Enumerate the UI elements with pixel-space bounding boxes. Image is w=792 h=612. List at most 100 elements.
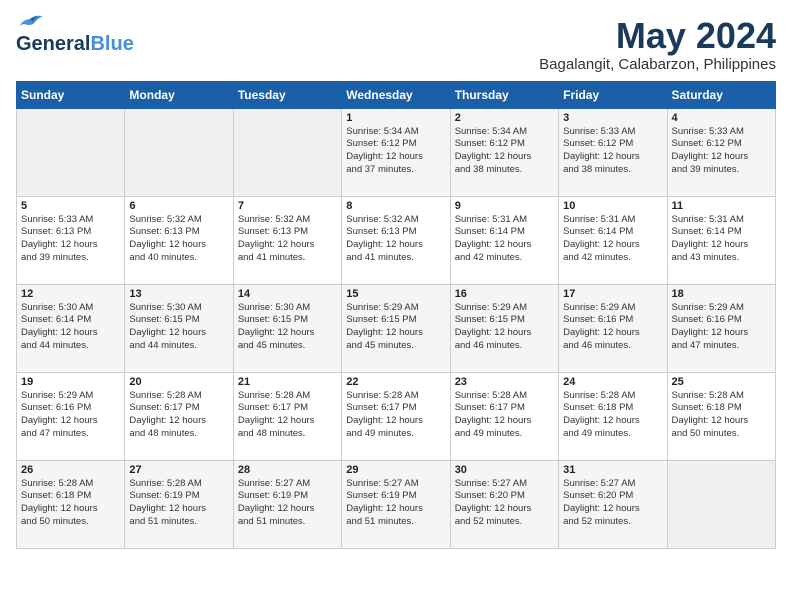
calendar-cell: 1 Sunrise: 5:34 AM Sunset: 6:12 PM Daylig… bbox=[342, 108, 450, 196]
calendar-cell: 26 Sunrise: 5:28 AM Sunset: 6:18 PM Dayli… bbox=[17, 460, 125, 548]
calendar-cell: 7 Sunrise: 5:32 AM Sunset: 6:13 PM Daylig… bbox=[233, 196, 341, 284]
day-number: 2 bbox=[455, 112, 554, 124]
day-number: 31 bbox=[563, 464, 662, 476]
day-info: Sunrise: 5:29 AM Sunset: 6:15 PM Dayligh… bbox=[455, 302, 554, 353]
calendar-cell: 15 Sunrise: 5:29 AM Sunset: 6:15 PM Dayli… bbox=[342, 284, 450, 372]
title-block: May 2024 Bagalangit, Calabarzon, Philipp… bbox=[539, 16, 776, 73]
day-number: 22 bbox=[346, 376, 445, 388]
day-number: 29 bbox=[346, 464, 445, 476]
logo-general: General bbox=[16, 33, 90, 55]
day-info: Sunrise: 5:27 AM Sunset: 6:19 PM Dayligh… bbox=[346, 478, 445, 529]
day-info: Sunrise: 5:28 AM Sunset: 6:18 PM Dayligh… bbox=[563, 390, 662, 441]
day-number: 25 bbox=[672, 376, 771, 388]
day-number: 27 bbox=[129, 464, 228, 476]
calendar-cell: 25 Sunrise: 5:28 AM Sunset: 6:18 PM Dayli… bbox=[667, 372, 775, 460]
day-info: Sunrise: 5:28 AM Sunset: 6:17 PM Dayligh… bbox=[455, 390, 554, 441]
day-number: 30 bbox=[455, 464, 554, 476]
calendar-cell: 14Sunrise: 5:30 AM Sunset: 6:15 PM Dayli… bbox=[233, 284, 341, 372]
calendar-cell bbox=[125, 108, 233, 196]
calendar-cell: 10 Sunrise: 5:31 AM Sunset: 6:14 PM Dayli… bbox=[559, 196, 667, 284]
day-info: Sunrise: 5:28 AM Sunset: 6:19 PM Dayligh… bbox=[129, 478, 228, 529]
day-info: Sunrise: 5:29 AM Sunset: 6:16 PM Dayligh… bbox=[21, 390, 120, 441]
calendar-table: SundayMondayTuesdayWednesdayThursdayFrid… bbox=[16, 81, 776, 549]
day-number: 15 bbox=[346, 288, 445, 300]
day-number: 4 bbox=[672, 112, 771, 124]
calendar-cell: 19 Sunrise: 5:29 AM Sunset: 6:16 PM Dayli… bbox=[17, 372, 125, 460]
calendar-cell: 13 Sunrise: 5:30 AM Sunset: 6:15 PM Dayli… bbox=[125, 284, 233, 372]
day-number: 7 bbox=[238, 200, 337, 212]
day-number: 21 bbox=[238, 376, 337, 388]
day-number: 23 bbox=[455, 376, 554, 388]
day-number: 17 bbox=[563, 288, 662, 300]
calendar-cell: 27 Sunrise: 5:28 AM Sunset: 6:19 PM Dayli… bbox=[125, 460, 233, 548]
day-number: 16 bbox=[455, 288, 554, 300]
calendar-cell: 20 Sunrise: 5:28 AM Sunset: 6:17 PM Dayli… bbox=[125, 372, 233, 460]
calendar-cell bbox=[17, 108, 125, 196]
day-info: Sunrise: 5:27 AM Sunset: 6:20 PM Dayligh… bbox=[563, 478, 662, 529]
day-number: 1 bbox=[346, 112, 445, 124]
calendar-cell: 3Sunrise: 5:33 AM Sunset: 6:12 PM Daylig… bbox=[559, 108, 667, 196]
calendar-cell: 9Sunrise: 5:31 AM Sunset: 6:14 PM Daylig… bbox=[450, 196, 558, 284]
day-info: Sunrise: 5:33 AM Sunset: 6:13 PM Dayligh… bbox=[21, 214, 120, 265]
calendar-cell bbox=[233, 108, 341, 196]
day-number: 6 bbox=[129, 200, 228, 212]
calendar-cell: 12Sunrise: 5:30 AM Sunset: 6:14 PM Dayli… bbox=[17, 284, 125, 372]
calendar-cell: 4 Sunrise: 5:33 AM Sunset: 6:12 PM Daylig… bbox=[667, 108, 775, 196]
calendar-cell: 17 Sunrise: 5:29 AM Sunset: 6:16 PM Dayli… bbox=[559, 284, 667, 372]
calendar-cell: 16 Sunrise: 5:29 AM Sunset: 6:15 PM Dayli… bbox=[450, 284, 558, 372]
logo-blue: Blue bbox=[90, 33, 133, 55]
day-number: 26 bbox=[21, 464, 120, 476]
calendar-cell bbox=[667, 460, 775, 548]
day-number: 8 bbox=[346, 200, 445, 212]
calendar-cell: 11Sunrise: 5:31 AM Sunset: 6:14 PM Dayli… bbox=[667, 196, 775, 284]
day-info: Sunrise: 5:30 AM Sunset: 6:15 PM Dayligh… bbox=[129, 302, 228, 353]
calendar-cell: 2 Sunrise: 5:34 AM Sunset: 6:12 PM Daylig… bbox=[450, 108, 558, 196]
weekday-header: Friday bbox=[559, 81, 667, 108]
page-header: GeneralBlue May 2024 Bagalangit, Calabar… bbox=[16, 16, 776, 73]
day-info: Sunrise: 5:31 AM Sunset: 6:14 PM Dayligh… bbox=[455, 214, 554, 265]
day-number: 13 bbox=[129, 288, 228, 300]
day-info: Sunrise: 5:29 AM Sunset: 6:16 PM Dayligh… bbox=[563, 302, 662, 353]
calendar-week-row: 26 Sunrise: 5:28 AM Sunset: 6:18 PM Dayli… bbox=[17, 460, 776, 548]
calendar-cell: 18Sunrise: 5:29 AM Sunset: 6:16 PM Dayli… bbox=[667, 284, 775, 372]
calendar-week-row: 1 Sunrise: 5:34 AM Sunset: 6:12 PM Daylig… bbox=[17, 108, 776, 196]
day-info: Sunrise: 5:31 AM Sunset: 6:14 PM Dayligh… bbox=[672, 214, 771, 265]
calendar-week-row: 12Sunrise: 5:30 AM Sunset: 6:14 PM Dayli… bbox=[17, 284, 776, 372]
day-info: Sunrise: 5:33 AM Sunset: 6:12 PM Dayligh… bbox=[672, 126, 771, 177]
day-info: Sunrise: 5:28 AM Sunset: 6:18 PM Dayligh… bbox=[21, 478, 120, 529]
day-info: Sunrise: 5:27 AM Sunset: 6:19 PM Dayligh… bbox=[238, 478, 337, 529]
day-info: Sunrise: 5:30 AM Sunset: 6:15 PM Dayligh… bbox=[238, 302, 337, 353]
calendar-cell: 29 Sunrise: 5:27 AM Sunset: 6:19 PM Dayli… bbox=[342, 460, 450, 548]
day-number: 20 bbox=[129, 376, 228, 388]
weekday-header: Sunday bbox=[17, 81, 125, 108]
calendar-week-row: 5 Sunrise: 5:33 AM Sunset: 6:13 PM Daylig… bbox=[17, 196, 776, 284]
location-title: Bagalangit, Calabarzon, Philippines bbox=[539, 56, 776, 73]
day-info: Sunrise: 5:28 AM Sunset: 6:18 PM Dayligh… bbox=[672, 390, 771, 441]
day-info: Sunrise: 5:34 AM Sunset: 6:12 PM Dayligh… bbox=[455, 126, 554, 177]
calendar-cell: 22 Sunrise: 5:28 AM Sunset: 6:17 PM Dayli… bbox=[342, 372, 450, 460]
day-info: Sunrise: 5:28 AM Sunset: 6:17 PM Dayligh… bbox=[238, 390, 337, 441]
day-number: 5 bbox=[21, 200, 120, 212]
day-info: Sunrise: 5:32 AM Sunset: 6:13 PM Dayligh… bbox=[129, 214, 228, 265]
weekday-header: Saturday bbox=[667, 81, 775, 108]
day-info: Sunrise: 5:34 AM Sunset: 6:12 PM Dayligh… bbox=[346, 126, 445, 177]
day-info: Sunrise: 5:32 AM Sunset: 6:13 PM Dayligh… bbox=[238, 214, 337, 265]
day-info: Sunrise: 5:31 AM Sunset: 6:14 PM Dayligh… bbox=[563, 214, 662, 265]
calendar-cell: 8 Sunrise: 5:32 AM Sunset: 6:13 PM Daylig… bbox=[342, 196, 450, 284]
day-info: Sunrise: 5:29 AM Sunset: 6:15 PM Dayligh… bbox=[346, 302, 445, 353]
day-number: 19 bbox=[21, 376, 120, 388]
calendar-cell: 30Sunrise: 5:27 AM Sunset: 6:20 PM Dayli… bbox=[450, 460, 558, 548]
weekday-header: Wednesday bbox=[342, 81, 450, 108]
month-title: May 2024 bbox=[539, 16, 776, 56]
day-info: Sunrise: 5:30 AM Sunset: 6:14 PM Dayligh… bbox=[21, 302, 120, 353]
calendar-cell: 28Sunrise: 5:27 AM Sunset: 6:19 PM Dayli… bbox=[233, 460, 341, 548]
day-info: Sunrise: 5:28 AM Sunset: 6:17 PM Dayligh… bbox=[346, 390, 445, 441]
calendar-cell: 31 Sunrise: 5:27 AM Sunset: 6:20 PM Dayli… bbox=[559, 460, 667, 548]
day-number: 10 bbox=[563, 200, 662, 212]
calendar-header-row: SundayMondayTuesdayWednesdayThursdayFrid… bbox=[17, 81, 776, 108]
calendar-week-row: 19 Sunrise: 5:29 AM Sunset: 6:16 PM Dayli… bbox=[17, 372, 776, 460]
day-info: Sunrise: 5:32 AM Sunset: 6:13 PM Dayligh… bbox=[346, 214, 445, 265]
day-info: Sunrise: 5:28 AM Sunset: 6:17 PM Dayligh… bbox=[129, 390, 228, 441]
calendar-cell: 5 Sunrise: 5:33 AM Sunset: 6:13 PM Daylig… bbox=[17, 196, 125, 284]
day-number: 24 bbox=[563, 376, 662, 388]
